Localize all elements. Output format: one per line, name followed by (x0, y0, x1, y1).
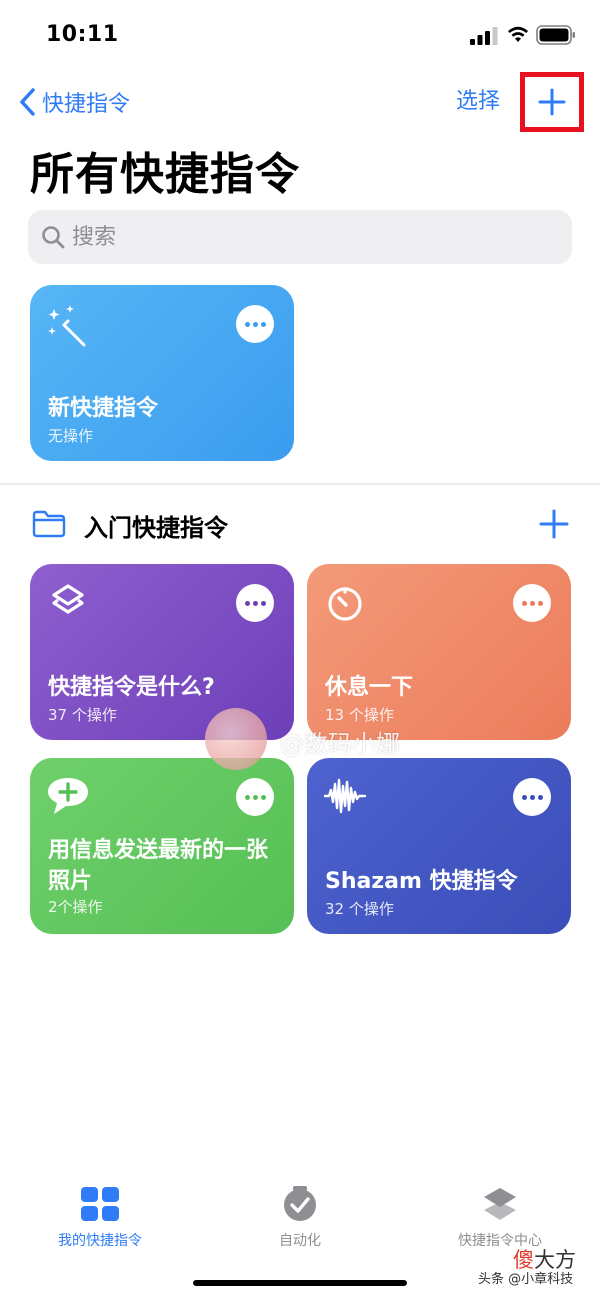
back-button[interactable]: 快捷指令 (18, 86, 130, 118)
more-button[interactable] (236, 584, 274, 622)
stack-icon (484, 1188, 516, 1220)
section-add-button[interactable] (538, 508, 570, 540)
clock-check-icon (284, 1186, 316, 1221)
card-subtitle: 13 个操作 (325, 706, 394, 724)
page-title: 所有快捷指令 (30, 149, 300, 200)
watermark-avatar (205, 708, 267, 770)
card-subtitle: 无操作 (48, 427, 94, 445)
new-shortcut-card[interactable]: 新快捷指令 无操作 (30, 285, 294, 461)
watermark-text: @数码小娜 (280, 730, 400, 758)
folder-icon (32, 510, 66, 538)
section-divider (0, 483, 600, 485)
card-title: 快捷指令是什么? (48, 675, 215, 700)
search-input[interactable] (72, 224, 552, 250)
card-subtitle: 2个操作 (48, 898, 103, 916)
more-button[interactable] (236, 778, 274, 816)
waveform-icon (323, 778, 367, 814)
shortcut-card[interactable]: 用信息发送最新的一张照片 2个操作 (30, 758, 294, 934)
status-time: 10:11 (46, 22, 119, 47)
more-button[interactable] (513, 584, 551, 622)
card-subtitle: 37 个操作 (48, 706, 117, 724)
tab-automation[interactable]: 自动化 (220, 1186, 380, 1250)
tab-label: 我的快捷指令 (58, 1233, 142, 1249)
add-shortcut-button[interactable] (520, 72, 584, 132)
shortcut-card[interactable]: 休息一下 13 个操作 (307, 564, 571, 740)
more-button[interactable] (513, 778, 551, 816)
chevron-left-icon (20, 88, 35, 116)
select-button[interactable]: 选择 (456, 86, 500, 118)
shortcut-card[interactable]: Shazam 快捷指令 32 个操作 (307, 758, 571, 934)
section-title: 入门快捷指令 (84, 514, 228, 542)
status-bar: 10:11 (0, 0, 600, 70)
search-icon (42, 226, 65, 249)
more-button[interactable] (236, 305, 274, 343)
search-bar[interactable] (28, 210, 572, 264)
card-title: Shazam 快捷指令 (325, 869, 518, 894)
layers-icon (52, 584, 84, 614)
tab-label: 自动化 (279, 1233, 321, 1249)
sparkles-icon (48, 305, 86, 347)
wifi-icon (508, 26, 528, 42)
card-title: 用信息发送最新的一张照片 (48, 838, 269, 894)
corner-credit: 头条 @小章科技 (478, 1272, 574, 1287)
tab-gallery[interactable]: 快捷指令中心 (420, 1186, 580, 1250)
card-subtitle: 32 个操作 (325, 900, 394, 918)
timer-icon (328, 587, 362, 621)
message-plus-icon (48, 778, 88, 814)
grid-icon (81, 1187, 119, 1221)
battery-icon (536, 25, 575, 45)
card-title: 休息一下 (325, 675, 414, 700)
back-label: 快捷指令 (42, 92, 131, 117)
signal-icon (470, 27, 498, 45)
plus-icon (538, 88, 566, 116)
tab-my-shortcuts[interactable]: 我的快捷指令 (20, 1186, 180, 1250)
card-title: 新快捷指令 (48, 396, 159, 421)
home-indicator[interactable] (193, 1280, 407, 1286)
